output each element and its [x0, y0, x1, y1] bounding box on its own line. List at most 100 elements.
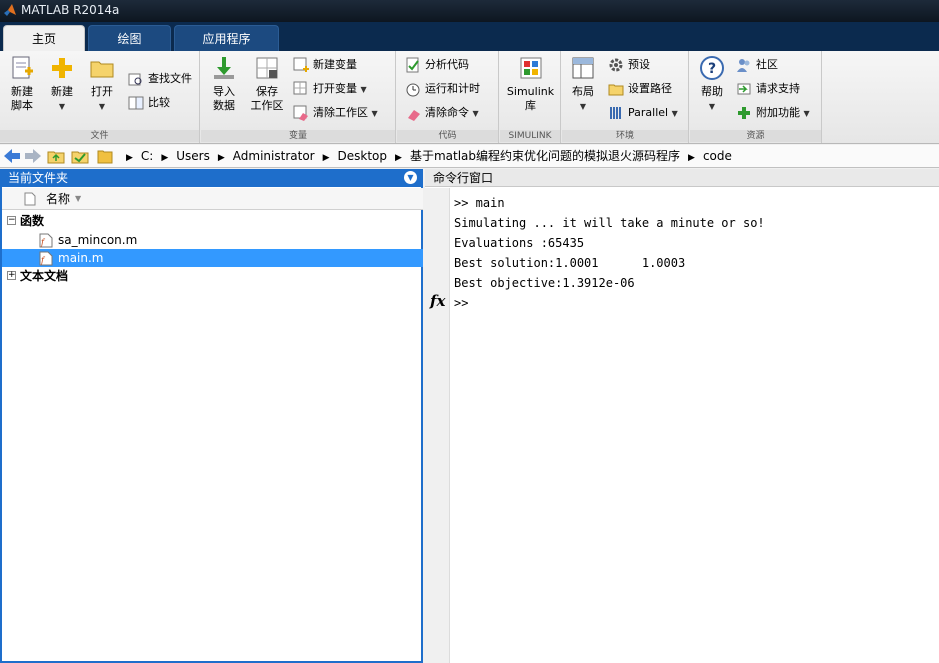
new-script-button[interactable]: 新建 脚本 [4, 55, 40, 113]
name-column-header[interactable]: 名称 ▼ [2, 188, 423, 210]
file-name: main.m [58, 251, 104, 265]
forward-arrow-icon[interactable] [24, 148, 42, 164]
clear-commands-dropdown-icon[interactable]: ▼ [473, 109, 479, 118]
code-group-label: 代码 [397, 130, 498, 142]
addons-button[interactable]: 附加功能 ▼ [736, 103, 810, 123]
panel-menu-dropdown-icon[interactable]: ▼ [404, 171, 417, 184]
console-line: Best solution:1.0001 1.0003 [454, 256, 686, 270]
run-and-time-button[interactable]: 运行和计时 [405, 79, 480, 99]
variable-group-label: 变量 [201, 130, 395, 142]
new-dropdown-icon[interactable]: ▼ [59, 102, 65, 111]
simulink-group: Simulink 库 SIMULINK [500, 51, 561, 143]
run-and-time-icon [406, 83, 420, 97]
breadcrumb-item-desktop[interactable]: Desktop [338, 149, 388, 163]
request-support-button[interactable]: 请求支持 [736, 79, 800, 99]
collapse-icon[interactable]: − [7, 216, 16, 225]
layout-dropdown-icon[interactable]: ▼ [580, 102, 586, 111]
breadcrumb-item-users[interactable]: Users [176, 149, 210, 163]
file-name: sa_mincon.m [58, 233, 138, 247]
up-folder-icon[interactable] [47, 148, 65, 164]
toolstrip-tabs: 主页 绘图 应用程序 [0, 22, 939, 51]
addons-plus-icon [738, 107, 750, 119]
command-prompt[interactable]: >> [454, 293, 765, 313]
save-workspace-icon [256, 57, 278, 79]
group-text-documents[interactable]: + 文本文档 [2, 267, 423, 285]
open-button[interactable]: 打开 ▼ [84, 55, 120, 114]
file-group-label: 文件 [0, 130, 199, 142]
tab-plots[interactable]: 绘图 [88, 25, 171, 51]
open-dropdown-icon[interactable]: ▼ [99, 102, 105, 111]
back-arrow-icon[interactable] [3, 148, 21, 164]
import-data-button[interactable]: 导入 数据 [205, 55, 243, 113]
help-button[interactable]: ? 帮助 ▼ [694, 55, 730, 114]
title-bar: MATLAB R2014a [0, 0, 939, 22]
breadcrumb-item-administrator[interactable]: Administrator [233, 149, 315, 163]
current-folder-title-bar: 当前文件夹 ▼ [2, 169, 423, 187]
breadcrumb-separator-icon: ▶ [161, 153, 169, 163]
breadcrumb-item-drive[interactable]: C: [141, 149, 153, 163]
clear-workspace-dropdown-icon[interactable]: ▼ [372, 109, 378, 118]
group-label: 函数 [20, 214, 45, 228]
simulink-library-icon [520, 57, 541, 79]
open-variable-button[interactable]: 打开变量 ▼ [293, 79, 367, 99]
browse-folder-icon[interactable] [71, 148, 89, 164]
clear-commands-icon [408, 110, 420, 121]
breadcrumb-separator-icon: ▶ [322, 153, 330, 163]
breadcrumb-item-code[interactable]: code [703, 149, 732, 163]
parallel-dropdown-icon[interactable]: ▼ [672, 109, 678, 118]
set-path-button[interactable]: 设置路径 [608, 79, 672, 99]
parallel-icon [610, 107, 621, 119]
function-browser-fx-icon[interactable]: fx [430, 292, 445, 310]
new-button[interactable]: 新建 ▼ [44, 55, 80, 114]
list-item[interactable]: f sa_mincon.m [2, 231, 423, 249]
analyze-code-button[interactable]: 分析代码 [405, 55, 469, 75]
preferences-button[interactable]: 预设 [608, 55, 650, 75]
simulink-library-button[interactable]: Simulink 库 [503, 55, 558, 113]
compare-button[interactable]: 比较 [128, 93, 170, 113]
breadcrumb-item-project[interactable]: 基于matlab编程约束优化问题的模拟退火源码程序 [410, 149, 680, 163]
breadcrumb-separator-icon: ▶ [217, 153, 225, 163]
console-line: Evaluations :65435 [454, 236, 585, 250]
addons-dropdown-icon[interactable]: ▼ [804, 109, 810, 118]
console-line: >> main [454, 196, 505, 210]
tab-apps[interactable]: 应用程序 [174, 25, 279, 51]
ribbon: 新建 脚本 新建 ▼ 打开 ▼ 查找文件 比较 文件 导入 数据 保存 工作区 … [0, 51, 939, 144]
parallel-button[interactable]: Parallel ▼ [608, 103, 678, 123]
resources-group-label: 资源 [690, 130, 821, 142]
compare-icon [128, 96, 144, 110]
clear-commands-button[interactable]: 清除命令 ▼ [405, 103, 479, 123]
save-workspace-button[interactable]: 保存 工作区 [247, 55, 287, 113]
command-output[interactable]: >> main Simulating ... it will take a min… [454, 193, 765, 313]
clear-workspace-button[interactable]: 清除工作区 ▼ [293, 103, 378, 123]
group-functions[interactable]: − 函数 [2, 212, 423, 230]
import-data-icon [214, 57, 234, 79]
layout-button[interactable]: 布局 ▼ [566, 55, 600, 114]
console-line: Best objective:1.3912e-06 [454, 276, 635, 290]
help-icon: ? [700, 56, 724, 80]
tab-home[interactable]: 主页 [3, 25, 85, 51]
command-gutter: fx [425, 188, 450, 663]
folder-open-icon [90, 61, 114, 78]
help-dropdown-icon[interactable]: ▼ [709, 102, 715, 111]
eraser-icon [293, 105, 308, 121]
command-window-panel: 命令行窗口 fx >> main Simulating ... it will t… [425, 169, 939, 663]
list-item-selected[interactable]: f main.m [2, 249, 423, 267]
current-folder-title: 当前文件夹 [8, 171, 69, 185]
simulink-group-label: SIMULINK [500, 130, 560, 142]
current-folder-panel: 当前文件夹 ▼ 名称 ▼ − 函数 f sa_mincon.m f main.m… [0, 169, 423, 663]
breadcrumb: ▶ C: ▶ Users ▶ Administrator ▶ Desktop ▶ 基于matlab… [118, 148, 732, 167]
find-files-button[interactable]: 查找文件 [128, 69, 192, 89]
analyze-code-icon [406, 57, 419, 73]
sort-arrow-icon[interactable]: ▼ [75, 188, 81, 210]
community-icon [737, 59, 750, 72]
request-support-icon [737, 83, 751, 95]
breadcrumb-separator-icon: ▶ [126, 153, 133, 163]
environment-group-label: 环境 [562, 130, 688, 142]
file-group: 新建 脚本 新建 ▼ 打开 ▼ 查找文件 比较 文件 [0, 51, 200, 143]
window-title: MATLAB R2014a [21, 3, 120, 17]
expand-icon[interactable]: + [7, 271, 16, 280]
new-variable-button[interactable]: 新建变量 [293, 55, 357, 75]
community-button[interactable]: 社区 [736, 55, 778, 75]
new-variable-icon [293, 57, 309, 72]
open-variable-dropdown-icon[interactable]: ▼ [361, 85, 367, 94]
